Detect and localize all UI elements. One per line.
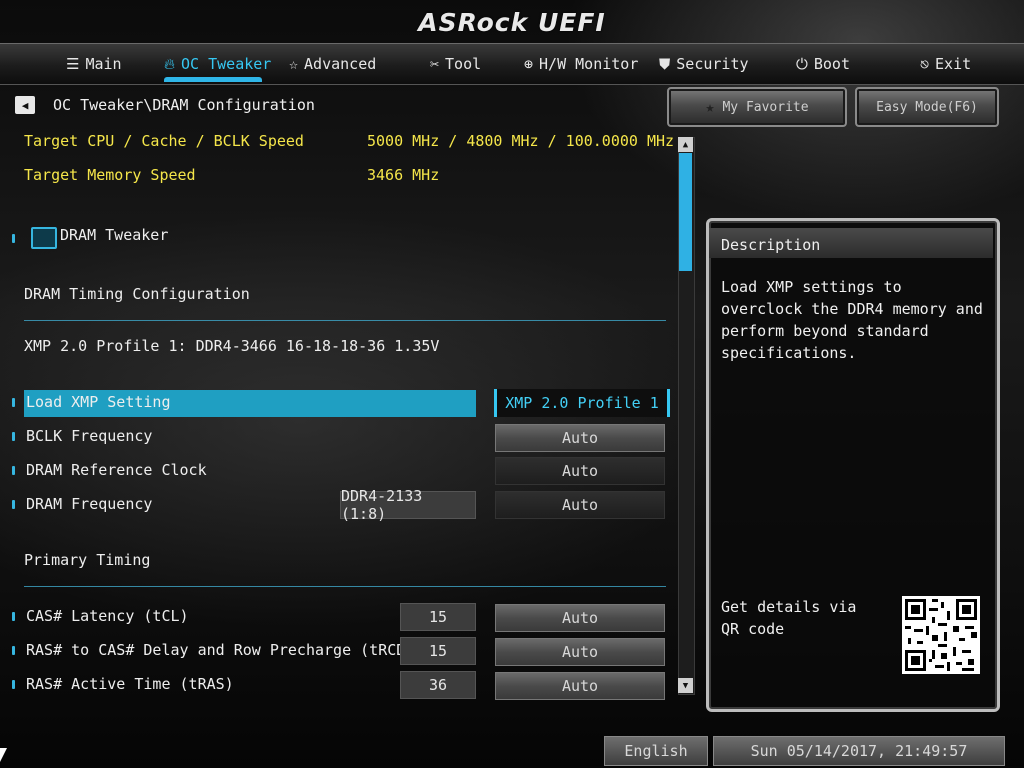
qr-details-text: Get details via QR code (721, 598, 857, 638)
cas-latency-label: CAS# Latency (tCL) (26, 607, 189, 625)
target-cpu-value: 5000 MHz / 4800 MHz / 100.0000 MHz (367, 132, 675, 150)
load-xmp-setting-label: Load XMP Setting (26, 393, 171, 411)
trcdtrp-label: RAS# to CAS# Delay and Row Precharge (tR… (26, 641, 442, 659)
exit-icon: ⎋ (920, 55, 930, 73)
timing-config-heading: DRAM Timing Configuration (24, 285, 250, 303)
section-divider (24, 586, 666, 587)
tab-oc-tweaker-label: OC Tweaker (181, 55, 272, 73)
tab-boot[interactable]: ⏻ Boot (796, 44, 850, 84)
row-bullet (12, 432, 15, 441)
tab-advanced-label: Advanced (304, 55, 377, 73)
back-button[interactable]: ◀ (15, 96, 35, 114)
row-bullet (12, 612, 15, 621)
scroll-down-button[interactable]: ▼ (678, 678, 693, 693)
cas-latency-current: 15 (400, 603, 476, 631)
cas-latency-input[interactable]: Auto (495, 604, 665, 632)
row-bullet (12, 234, 15, 243)
description-text: Load XMP settings to overclock the DDR4 … (721, 278, 983, 362)
dram-frequency-current: DDR4-2133 (1:8) (340, 487, 476, 523)
easy-mode-button[interactable]: Easy Mode(F6) (855, 87, 999, 127)
target-memory-label: Target Memory Speed (24, 166, 196, 184)
list-icon: ☰ (66, 55, 80, 73)
caret-down-icon: ▼ (682, 680, 689, 691)
my-favorite-button[interactable]: ★ My Favorite (667, 87, 847, 127)
scroll-up-button[interactable]: ▲ (678, 137, 693, 152)
power-icon: ⏻ (796, 55, 808, 73)
dram-reference-clock-label: DRAM Reference Clock (26, 461, 207, 479)
shield-icon: ⛊ (659, 55, 671, 73)
row-bullet (12, 398, 15, 407)
dram-frequency-select[interactable]: Auto (495, 491, 665, 519)
language-button[interactable]: English (604, 736, 708, 766)
mouse-cursor-icon (0, 748, 7, 762)
star-icon: ☆ (289, 55, 299, 73)
section-divider (24, 320, 666, 321)
asrock-uefi-logo: ASRock UEFI (418, 8, 606, 37)
trcdtrp-input[interactable]: Auto (495, 638, 665, 666)
target-icon: ⊕ (524, 55, 534, 73)
date-time-display: Sun 05/14/2017, 21:49:57 (713, 736, 1005, 766)
row-bullet (12, 646, 15, 655)
tab-exit-label: Exit (935, 55, 972, 73)
tras-current: 36 (400, 671, 476, 699)
load-xmp-setting-select[interactable]: XMP 2.0 Profile 1 (494, 389, 670, 417)
tab-hw-monitor-label: H/W Monitor (539, 55, 639, 73)
tras-input[interactable]: Auto (495, 672, 665, 700)
row-bullet (12, 466, 15, 475)
easy-mode-label: Easy Mode(F6) (876, 99, 978, 115)
target-cpu-label: Target CPU / Cache / BCLK Speed (24, 132, 304, 150)
row-bullet (12, 680, 15, 689)
my-favorite-label: My Favorite (722, 99, 809, 115)
back-arrow-icon: ◀ (21, 98, 29, 112)
active-tab-indicator (164, 77, 262, 82)
main-nav-bar: ☰ Main 🔥︎ OC Tweaker ☆ Advanced ✂ Tool ⊕… (0, 43, 1024, 85)
bclk-frequency-label: BCLK Frequency (26, 427, 153, 445)
memory-module-icon (31, 227, 57, 249)
description-title: Description (721, 236, 821, 254)
scrollbar-thumb[interactable] (679, 153, 692, 271)
bclk-frequency-input[interactable]: Auto (495, 424, 665, 452)
tab-tool[interactable]: ✂ Tool (430, 44, 481, 84)
tab-boot-label: Boot (813, 55, 850, 73)
dram-frequency-label: DRAM Frequency (26, 495, 153, 513)
tab-tool-label: Tool (445, 55, 482, 73)
qr-code-icon (902, 596, 980, 674)
xmp-profile-info: XMP 2.0 Profile 1: DDR4-3466 16-18-18-36… (24, 337, 440, 355)
target-memory-value: 3466 MHz (367, 166, 440, 184)
tab-security-label: Security (676, 55, 749, 73)
tab-security[interactable]: ⛊ Security (659, 44, 749, 84)
trcdtrp-current: 15 (400, 637, 476, 665)
star-filled-icon: ★ (705, 98, 715, 116)
tab-main-label: Main (85, 55, 122, 73)
flame-icon: 🔥︎ (164, 55, 176, 73)
tab-main[interactable]: ☰ Main (66, 44, 122, 84)
dram-tweaker-link[interactable]: DRAM Tweaker (60, 226, 168, 244)
primary-timing-heading: Primary Timing (24, 551, 151, 569)
tras-label: RAS# Active Time (tRAS) (26, 675, 234, 693)
row-bullet (12, 500, 15, 509)
tab-exit[interactable]: ⎋ Exit (920, 44, 971, 84)
tab-hw-monitor[interactable]: ⊕ H/W Monitor (524, 44, 638, 84)
breadcrumb: OC Tweaker\DRAM Configuration (53, 96, 315, 114)
caret-up-icon: ▲ (682, 139, 689, 150)
dram-reference-clock-select[interactable]: Auto (495, 457, 665, 485)
tools-icon: ✂ (430, 55, 440, 73)
tab-advanced[interactable]: ☆ Advanced (289, 44, 376, 84)
